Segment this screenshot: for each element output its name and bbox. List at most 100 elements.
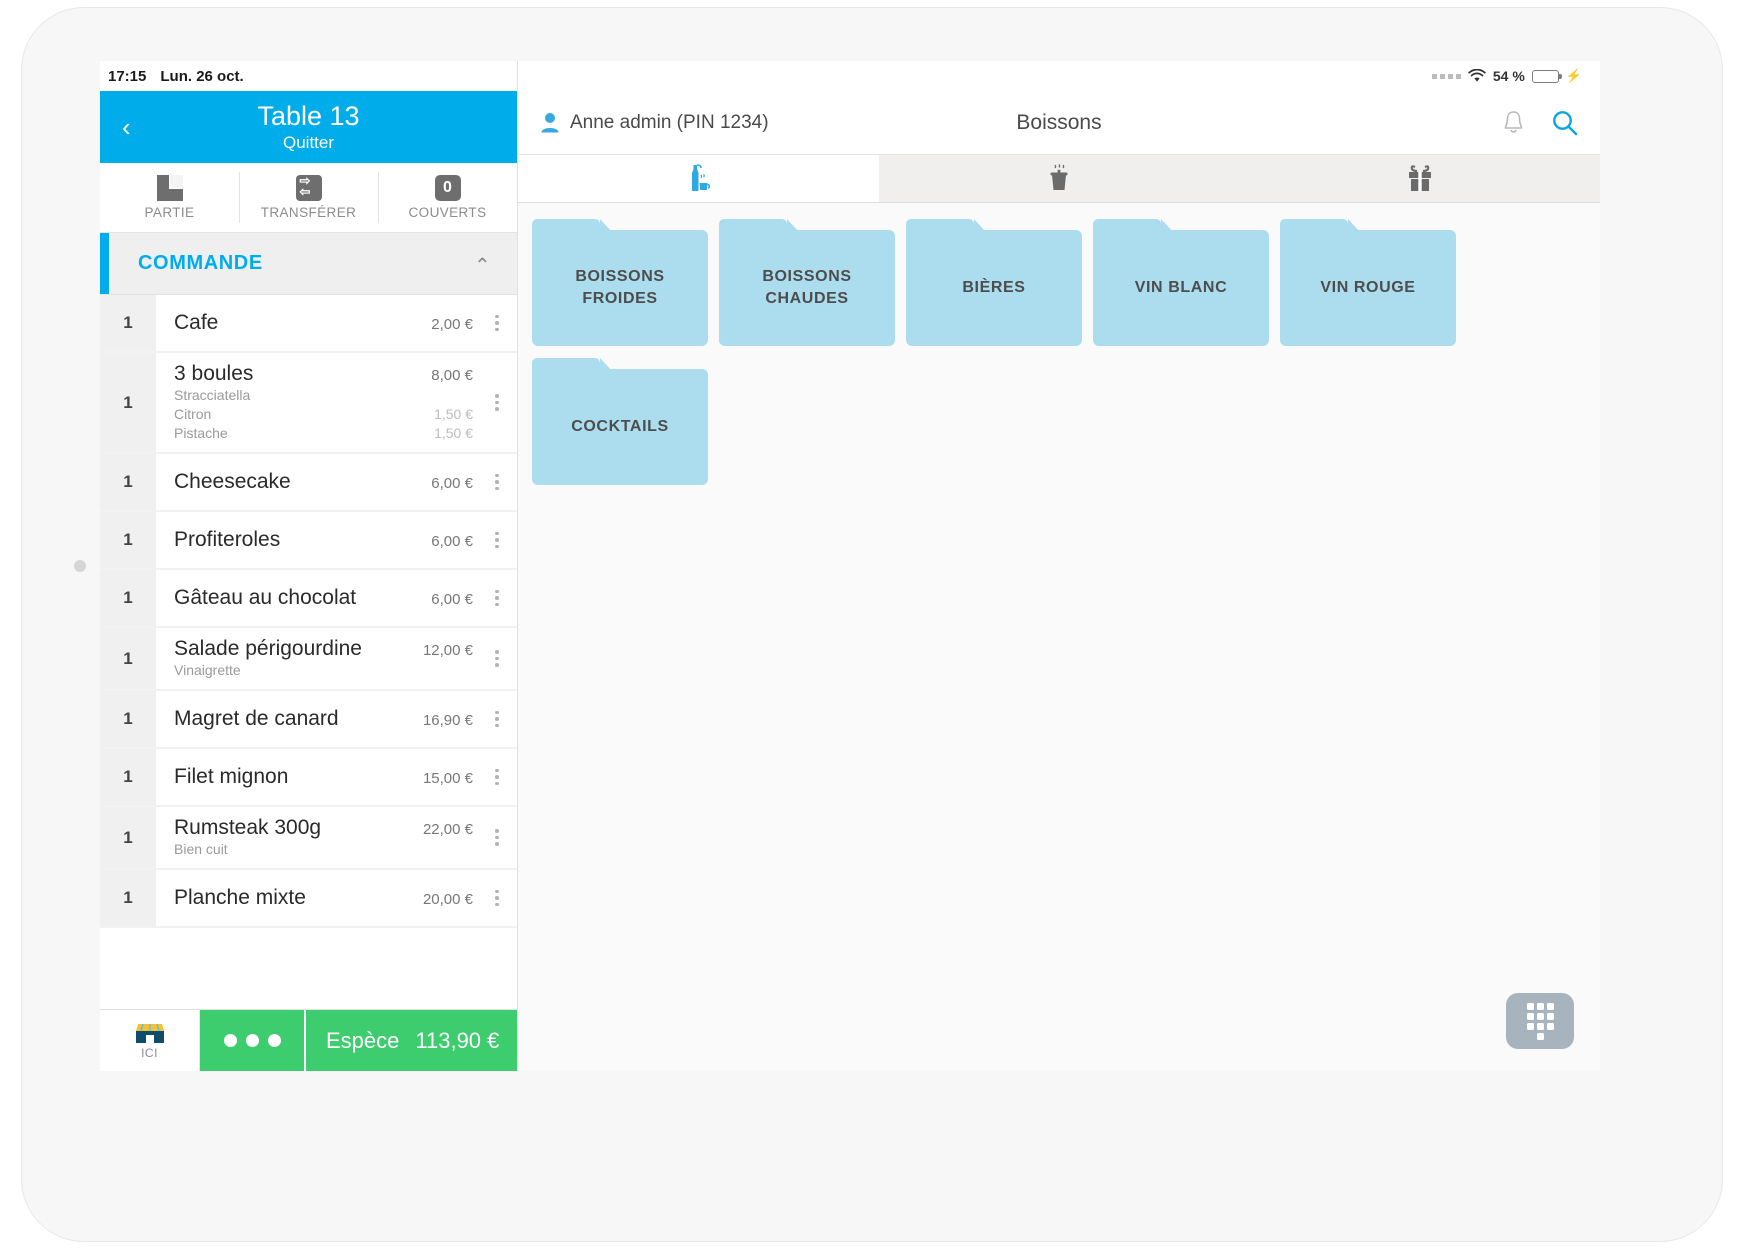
order-row-body: Cafe 2,00 € xyxy=(156,295,477,351)
order-item-price: 6,00 € xyxy=(431,475,473,492)
order-row-qty: 1 xyxy=(100,749,156,805)
order-row-menu-button[interactable] xyxy=(477,570,517,626)
page-title: Table 13 xyxy=(257,100,360,131)
battery-percent-label: 54 % xyxy=(1492,68,1525,84)
search-icon[interactable] xyxy=(1551,109,1578,136)
dots-vertical-icon xyxy=(495,314,499,332)
order-row-menu-button[interactable] xyxy=(477,512,517,568)
dots-vertical-icon xyxy=(495,768,499,786)
order-item-option-price: 1,50 € xyxy=(434,406,473,422)
action-transferer[interactable]: ⇨ ⇦ TRANSFÉRER xyxy=(239,163,378,232)
order-row-qty: 1 xyxy=(100,512,156,568)
order-item-option-label: Stracciatella xyxy=(174,387,251,403)
order-item-name: Gâteau au chocolat xyxy=(174,586,357,609)
folder-label: VIN ROUGE xyxy=(1320,279,1416,296)
order-item-price: 2,00 € xyxy=(431,316,473,333)
action-couverts[interactable]: 0 COUVERTS xyxy=(378,163,517,232)
order-row[interactable]: 1 Gâteau au chocolat 6,00 € xyxy=(100,570,517,628)
category-folder[interactable]: BIÈRES xyxy=(906,219,1082,346)
order-list[interactable]: 1 Cafe 2,00 € 1 3 boules 8,00 € Stracciatella C… xyxy=(100,295,517,1009)
current-user[interactable]: Anne admin (PIN 1234) xyxy=(540,112,769,134)
dots-vertical-icon xyxy=(495,531,499,549)
action-partie[interactable]: PARTIE xyxy=(100,163,239,232)
order-item-name: 3 boules xyxy=(174,362,254,385)
bell-icon[interactable] xyxy=(1502,110,1525,135)
camera-dot xyxy=(74,560,86,572)
tab-drinks[interactable] xyxy=(518,155,879,202)
drinks-icon xyxy=(692,163,711,191)
transfer-arrows-icon: ⇨ ⇦ xyxy=(295,174,322,201)
order-row-body: Magret de canard 16,90 € xyxy=(156,691,477,747)
battery-icon xyxy=(1531,69,1562,83)
order-row[interactable]: 1 Salade périgourdine 12,00 € Vinaigrette xyxy=(100,628,517,691)
order-row[interactable]: 1 Magret de canard 16,90 € xyxy=(100,691,517,749)
quit-link[interactable]: Quitter xyxy=(283,132,334,154)
folder-label: BOISSONS FROIDES xyxy=(575,268,665,307)
product-panel: 54 % ⚡ Anne admin (PIN 1234) Boissons BO… xyxy=(518,61,1600,1071)
order-item-option-price: 1,50 € xyxy=(434,425,473,441)
order-row[interactable]: 1 Filet mignon 15,00 € xyxy=(100,749,517,807)
order-item-name: Planche mixte xyxy=(174,886,306,909)
order-row-menu-button[interactable] xyxy=(477,295,517,351)
order-row-menu-button[interactable] xyxy=(477,628,517,689)
category-folder[interactable]: VIN BLANC xyxy=(1093,219,1269,346)
status-time: 17:15 xyxy=(108,67,147,85)
order-row-qty: 1 xyxy=(100,870,156,926)
order-item-name: Rumsteak 300g xyxy=(174,816,322,839)
order-item-name: Magret de canard xyxy=(174,707,339,730)
tab-food[interactable] xyxy=(879,155,1240,202)
current-user-label: Anne admin (PIN 1234) xyxy=(570,111,769,133)
order-row-menu-button[interactable] xyxy=(477,353,517,452)
section-accent-bar xyxy=(100,233,109,294)
category-folder[interactable]: COCKTAILS xyxy=(532,358,708,485)
order-item-price: 12,00 € xyxy=(422,642,473,659)
category-folder[interactable]: VIN ROUGE xyxy=(1280,219,1456,346)
order-item-option-label: Bien cuit xyxy=(174,841,228,857)
order-row-menu-button[interactable] xyxy=(477,691,517,747)
order-item-option: Pistache 1,50 € xyxy=(174,424,473,443)
order-row-menu-button[interactable] xyxy=(477,807,517,868)
more-dot-2 xyxy=(245,1034,259,1047)
here-button[interactable]: ICI xyxy=(100,1010,200,1071)
order-row-main: Salade périgourdine 12,00 € xyxy=(174,637,473,661)
order-item-name: Filet mignon xyxy=(174,765,289,788)
order-row-menu-button[interactable] xyxy=(477,870,517,926)
folder-label: VIN BLANC xyxy=(1134,279,1228,296)
order-row[interactable]: 1 Cafe 2,00 € xyxy=(100,295,517,353)
dots-vertical-icon xyxy=(495,650,499,667)
order-row-menu-button[interactable] xyxy=(477,454,517,510)
order-row-body: Filet mignon 15,00 € xyxy=(156,749,477,805)
pay-cash-button[interactable]: Espèce 113,90 € xyxy=(306,1010,517,1071)
wifi-icon xyxy=(1468,69,1486,82)
payment-total-amount: 113,90 € xyxy=(415,1027,500,1053)
folder-label: COCKTAILS xyxy=(571,418,669,435)
order-row-body: Rumsteak 300g 22,00 € Bien cuit xyxy=(156,807,477,868)
tab-gift[interactable] xyxy=(1239,155,1600,202)
order-item-option-label: Pistache xyxy=(174,425,228,441)
order-row-qty: 1 xyxy=(100,454,156,510)
order-section-header[interactable]: COMMANDE ⌄ xyxy=(100,233,517,295)
chevron-left-icon[interactable]: ‹ xyxy=(122,114,131,140)
more-dot-1 xyxy=(223,1034,237,1047)
dots-vertical-icon xyxy=(495,710,499,728)
order-row[interactable]: 1 Rumsteak 300g 22,00 € Bien cuit xyxy=(100,807,517,870)
order-item-name: Salade périgourdine xyxy=(174,637,362,660)
order-row-main: Rumsteak 300g 22,00 € xyxy=(174,816,473,840)
status-bar-left: 17:15 Lun. 26 oct. xyxy=(100,61,517,91)
order-row-main: Planche mixte 20,00 € xyxy=(174,886,473,910)
category-folder[interactable]: BOISSONS CHAUDES xyxy=(719,219,895,346)
keypad-button[interactable] xyxy=(1506,993,1574,1049)
order-row[interactable]: 1 Cheesecake 6,00 € xyxy=(100,454,517,512)
category-tabbar xyxy=(518,155,1600,203)
dots-vertical-icon xyxy=(495,589,499,607)
order-row[interactable]: 1 Planche mixte 20,00 € xyxy=(100,870,517,928)
order-row[interactable]: 1 Profiteroles 6,00 € xyxy=(100,512,517,570)
chevron-up-icon[interactable]: ⌄ xyxy=(474,251,491,276)
order-row-main: 3 boules 8,00 € xyxy=(174,362,473,386)
order-row-main: Magret de canard 16,90 € xyxy=(174,707,473,731)
order-row-menu-button[interactable] xyxy=(477,749,517,805)
more-options-button[interactable] xyxy=(200,1010,306,1071)
order-row[interactable]: 1 3 boules 8,00 € Stracciatella Citron 1,50 €… xyxy=(100,353,517,454)
category-folder[interactable]: BOISSONS FROIDES xyxy=(532,219,708,346)
order-item-price: 22,00 € xyxy=(422,821,473,838)
